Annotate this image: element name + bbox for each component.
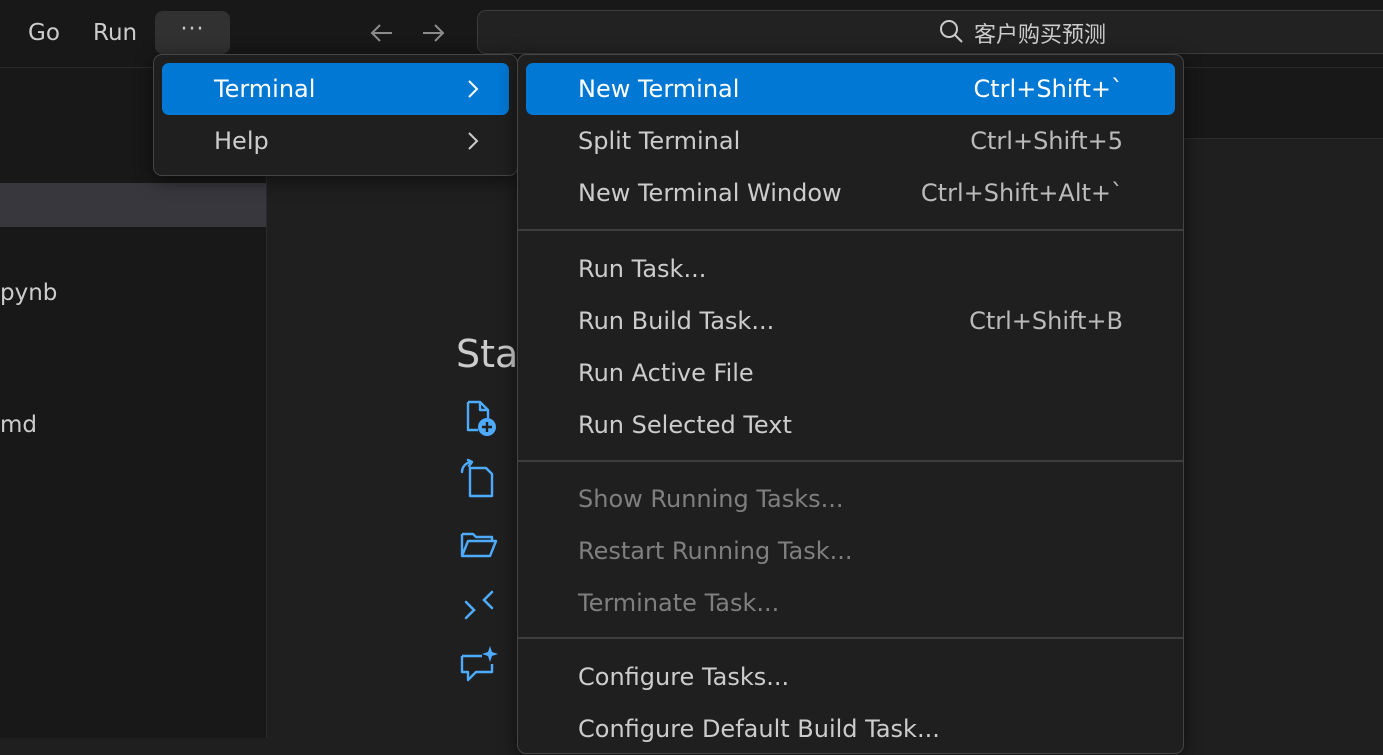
- menu-item-label: Terminal: [214, 75, 316, 103]
- menu-more-button[interactable]: ···: [155, 11, 230, 54]
- menu-item-label: Terminate Task...: [578, 589, 780, 617]
- menu-item-terminate-task: Terminate Task...: [526, 577, 1175, 629]
- menu-separator: [518, 637, 1183, 639]
- remote-connect-icon[interactable]: [458, 584, 500, 626]
- overflow-menu: Terminal Help: [153, 54, 518, 176]
- menu-item-label: Run Selected Text: [578, 411, 792, 439]
- menu-item-label: Help: [214, 127, 269, 155]
- menu-item-split-terminal[interactable]: Split Terminal Ctrl+Shift+5: [526, 115, 1175, 167]
- menu-item-run-build-task[interactable]: Run Build Task... Ctrl+Shift+B: [526, 295, 1175, 347]
- start-heading: Star: [456, 332, 518, 376]
- search-text: 客户购买预测: [974, 23, 1107, 48]
- search-icon: [938, 18, 964, 48]
- menu-item-label: Run Active File: [578, 359, 754, 387]
- menu-item-new-terminal-window[interactable]: New Terminal Window Ctrl+Shift+Alt+`: [526, 167, 1175, 219]
- menu-item-label: Run Task...: [578, 255, 707, 283]
- menu-item-label: Run Build Task...: [578, 307, 775, 335]
- menu-item-shortcut: Ctrl+Shift+5: [970, 127, 1123, 155]
- open-file-icon[interactable]: [458, 458, 500, 500]
- menu-item-label: Configure Default Build Task...: [578, 715, 940, 743]
- back-arrow-icon[interactable]: [367, 18, 397, 48]
- menu-item-configure-tasks[interactable]: Configure Tasks...: [526, 651, 1175, 703]
- menu-item-shortcut: Ctrl+Shift+Alt+`: [920, 179, 1123, 207]
- menu-run[interactable]: Run: [81, 12, 149, 54]
- command-center-search[interactable]: 客户购买预测: [477, 10, 1383, 54]
- menu-item-run-task[interactable]: Run Task...: [526, 243, 1175, 295]
- menu-go[interactable]: Go: [16, 12, 72, 54]
- menu-item-label: New Terminal: [578, 75, 740, 103]
- menu-item-label: Split Terminal: [578, 127, 741, 155]
- menu-item-label: New Terminal Window: [578, 179, 842, 207]
- menu-item-shortcut: Ctrl+Shift+B: [969, 307, 1123, 335]
- menu-item-run-selected-text[interactable]: Run Selected Text: [526, 399, 1175, 451]
- chevron-right-icon: [463, 130, 483, 152]
- menu-item-show-running-tasks: Show Running Tasks...: [526, 473, 1175, 525]
- chevron-right-icon: [463, 78, 483, 100]
- open-folder-icon[interactable]: [458, 522, 500, 564]
- chat-sparkle-icon[interactable]: [458, 644, 500, 686]
- new-file-icon[interactable]: [458, 396, 500, 438]
- menu-item-restart-running-task: Restart Running Task...: [526, 525, 1175, 577]
- sidebar-selected-row[interactable]: [0, 183, 266, 227]
- menu-separator: [518, 460, 1183, 462]
- sidebar-file-notebook[interactable]: pynb: [0, 280, 57, 306]
- menu-item-label: Show Running Tasks...: [578, 485, 844, 513]
- menu-item-label: Configure Tasks...: [578, 663, 790, 691]
- sidebar-file-markdown[interactable]: md: [0, 412, 37, 438]
- menu-item-terminal[interactable]: Terminal: [162, 63, 509, 115]
- terminal-submenu: New Terminal Ctrl+Shift+` Split Terminal…: [517, 54, 1184, 754]
- menu-item-new-terminal[interactable]: New Terminal Ctrl+Shift+`: [526, 63, 1175, 115]
- menu-item-label: Restart Running Task...: [578, 537, 853, 565]
- menu-item-help[interactable]: Help: [162, 115, 509, 167]
- forward-arrow-icon[interactable]: [418, 18, 448, 48]
- menu-item-run-active-file[interactable]: Run Active File: [526, 347, 1175, 399]
- menu-item-configure-default-build-task[interactable]: Configure Default Build Task...: [526, 703, 1175, 755]
- menu-separator: [518, 229, 1183, 231]
- menu-item-shortcut: Ctrl+Shift+`: [973, 75, 1123, 103]
